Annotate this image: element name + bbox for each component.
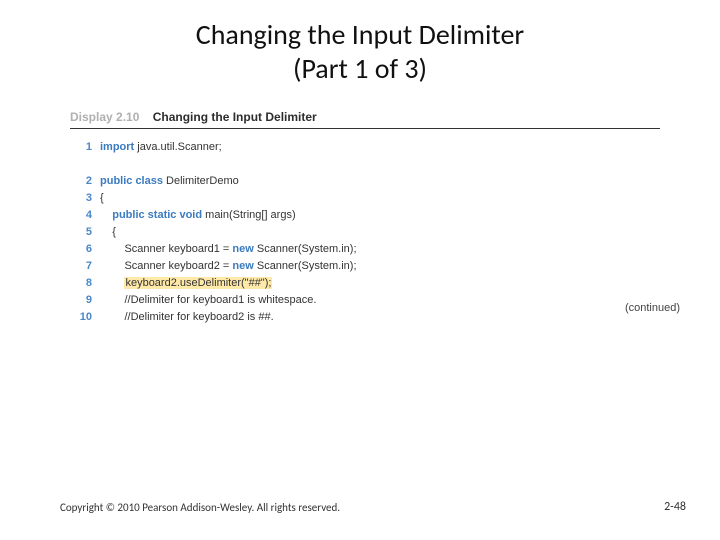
line-number: 10 <box>70 309 100 326</box>
code-token-kw: new <box>232 243 253 255</box>
code-line: 5 { <box>70 224 660 241</box>
code-line: 9 //Delimiter for keyboard1 is whitespac… <box>70 292 660 309</box>
copyright-footer: Copyright © 2010 Pearson Addison-Wesley.… <box>60 501 340 514</box>
code-content: Scanner keyboard2 = new Scanner(System.i… <box>100 258 357 275</box>
code-line: 1import java.util.Scanner; <box>70 139 660 156</box>
code-token-plain: Scanner(System.in); <box>254 260 357 272</box>
code-token-plain: main(String[] args) <box>202 209 296 221</box>
code-content: //Delimiter for keyboard2 is ##. <box>100 309 274 326</box>
code-content: { <box>100 224 116 241</box>
line-number: 9 <box>70 292 100 309</box>
code-token-plain: //Delimiter for keyboard2 is ##. <box>124 311 273 323</box>
code-token-kw: import <box>100 141 134 153</box>
line-number: 5 <box>70 224 100 241</box>
title-line-1: Changing the Input Delimiter <box>196 17 524 52</box>
code-token-plain: //Delimiter for keyboard1 is whitespace. <box>124 294 316 306</box>
code-line: 7 Scanner keyboard2 = new Scanner(System… <box>70 258 660 275</box>
code-line: 4 public static void main(String[] args) <box>70 207 660 224</box>
code-line: 6 Scanner keyboard1 = new Scanner(System… <box>70 241 660 258</box>
code-content: public static void main(String[] args) <box>100 207 296 224</box>
slide-title: Changing the Input Delimiter (Part 1 of … <box>0 0 720 85</box>
code-token-plain: java.util.Scanner; <box>134 141 221 153</box>
code-token-plain: DelimiterDemo <box>163 175 239 187</box>
code-content: Scanner keyboard1 = new Scanner(System.i… <box>100 241 357 258</box>
code-content: public class DelimiterDemo <box>100 173 239 190</box>
display-title: Changing the Input Delimiter <box>153 110 317 124</box>
code-token-plain: Scanner keyboard2 = <box>124 260 232 272</box>
code-token-kw: public static void <box>112 209 202 221</box>
code-token-plain: { <box>100 192 104 204</box>
code-line <box>70 156 660 173</box>
code-content: import java.util.Scanner; <box>100 139 222 156</box>
continued-label: (continued) <box>625 302 680 314</box>
code-line: 10 //Delimiter for keyboard2 is ##. <box>70 309 660 326</box>
code-line: 2public class DelimiterDemo <box>70 173 660 190</box>
code-token-plain: { <box>112 226 116 238</box>
code-token-kw: public class <box>100 175 163 187</box>
line-number: 4 <box>70 207 100 224</box>
code-listing: 1import java.util.Scanner;2public class … <box>70 139 660 326</box>
code-content: keyboard2.useDelimiter("##"); <box>100 275 272 292</box>
code-display: Display 2.10 Changing the Input Delimite… <box>70 110 660 326</box>
slide: Changing the Input Delimiter (Part 1 of … <box>0 0 720 540</box>
code-token-plain: Scanner keyboard1 = <box>124 243 232 255</box>
code-token-plain: Scanner(System.in); <box>254 243 357 255</box>
line-number: 1 <box>70 139 100 156</box>
code-content: { <box>100 190 104 207</box>
title-line-2: (Part 1 of 3) <box>0 52 720 86</box>
code-content: //Delimiter for keyboard1 is whitespace. <box>100 292 316 309</box>
display-header: Display 2.10 Changing the Input Delimite… <box>70 110 660 129</box>
line-number: 3 <box>70 190 100 207</box>
code-token-hi: keyboard2.useDelimiter("##"); <box>124 277 272 289</box>
line-number: 6 <box>70 241 100 258</box>
code-line: 8 keyboard2.useDelimiter("##"); <box>70 275 660 292</box>
page-number: 2-48 <box>664 500 686 514</box>
code-token-kw: new <box>232 260 253 272</box>
line-number: 7 <box>70 258 100 275</box>
display-label: Display 2.10 <box>70 110 139 124</box>
line-number: 2 <box>70 173 100 190</box>
code-line: 3{ <box>70 190 660 207</box>
line-number: 8 <box>70 275 100 292</box>
